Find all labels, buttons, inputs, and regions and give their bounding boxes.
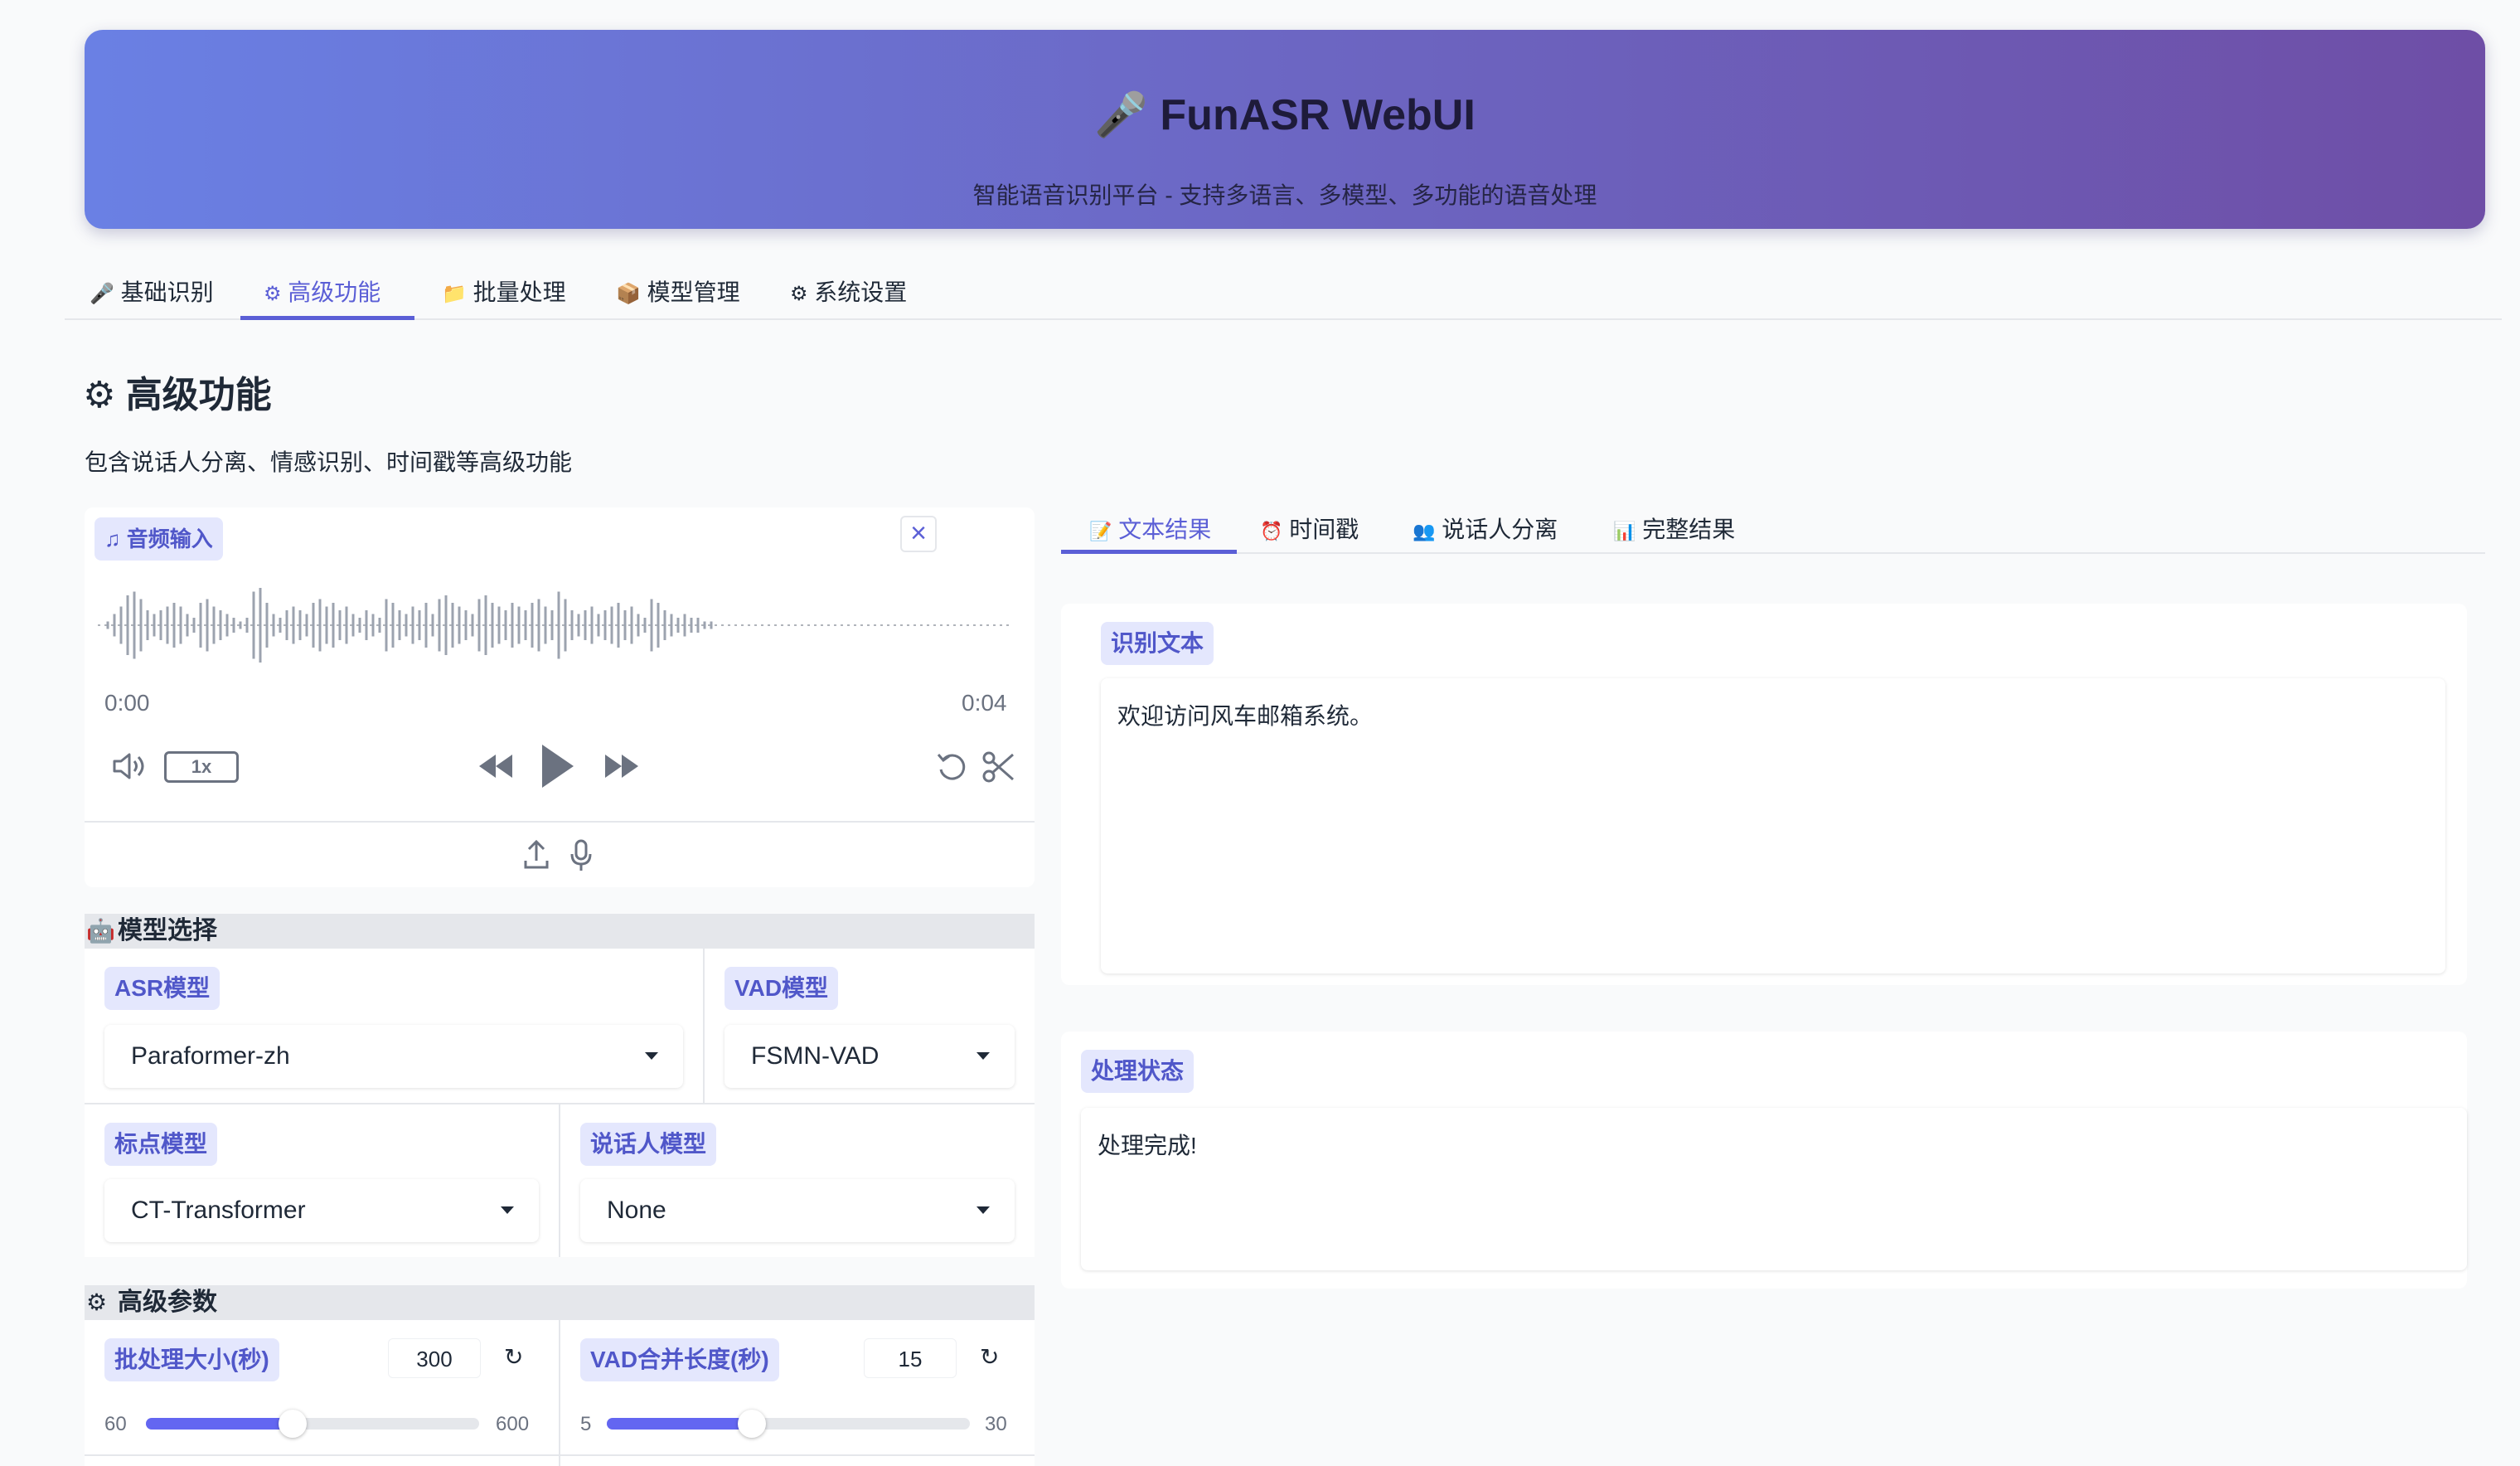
vad-merge-input[interactable]: 15: [864, 1338, 957, 1378]
asr-model-select[interactable]: Paraformer-zh: [104, 1025, 683, 1088]
batch-slider-fill: [146, 1418, 293, 1430]
gear-icon: ⚙: [83, 374, 116, 416]
bar-chart-icon: 📊: [1613, 522, 1636, 542]
page-description: 包含说话人分离、情感识别、时间戳等高级功能: [85, 449, 573, 475]
tab-batch[interactable]: 📁 批量处理: [442, 265, 566, 320]
speaker-model-select[interactable]: None: [580, 1179, 1015, 1242]
result-tabs: 📝 文本结果 ⏰ 时间戳 👥 说话人分离 📊 完整结果: [1061, 506, 2485, 554]
vad-model-label: VAD模型: [724, 967, 839, 1010]
chevron-down-icon: [645, 1052, 658, 1060]
divider: [703, 949, 705, 1104]
gear-icon: ⚙: [264, 282, 282, 305]
gear-icon: ⚙: [790, 282, 808, 305]
batch-max: 600: [496, 1413, 530, 1435]
vad-merge-slider-fill: [607, 1418, 753, 1430]
gear-icon: ⚙: [86, 1289, 108, 1316]
upload-icon[interactable]: [522, 839, 550, 871]
status-box[interactable]: 处理完成!: [1081, 1108, 2467, 1270]
batch-size-label: 批处理大小(秒): [104, 1338, 279, 1381]
divider: [559, 1320, 560, 1466]
folder-icon: 📁: [442, 282, 467, 305]
music-note-icon: ♫: [104, 527, 121, 551]
chevron-down-icon: [976, 1052, 990, 1060]
tab-basic[interactable]: 🎤 基础识别: [90, 265, 214, 320]
asr-model-label: ASR模型: [104, 967, 220, 1010]
time-current: 0:00: [104, 690, 150, 716]
tab-timestamps[interactable]: ⏰ 时间戳: [1260, 506, 1359, 554]
divider: [559, 1104, 560, 1257]
vad-merge-min: 5: [580, 1413, 592, 1435]
model-select-header: 🤖 模型选择: [85, 914, 1035, 949]
vad-merge-max: 30: [985, 1413, 1007, 1435]
page-title: ⚙ 高级功能: [83, 374, 272, 416]
punc-model-label: 标点模型: [104, 1123, 218, 1166]
batch-size-input[interactable]: 300: [388, 1338, 481, 1378]
tab-full-result[interactable]: 📊 完整结果: [1613, 506, 1735, 554]
play-icon[interactable]: [539, 743, 575, 789]
chevron-down-icon: [501, 1206, 514, 1214]
reset-icon[interactable]: ↻: [504, 1343, 523, 1371]
text-result-box[interactable]: 欢迎访问风车邮箱系统。: [1101, 678, 2445, 973]
reset-icon[interactable]: ↻: [980, 1343, 999, 1371]
header-banner: 🎤 FunASR WebUI 智能语音识别平台 - 支持多语言、多模型、多功能的…: [85, 30, 2485, 229]
package-icon: 📦: [616, 282, 641, 305]
status-label: 处理状态: [1081, 1050, 1195, 1093]
speaker-model-label: 说话人模型: [580, 1123, 717, 1166]
undo-icon[interactable]: [935, 750, 970, 784]
batch-min: 60: [104, 1413, 127, 1435]
robot-icon: 🤖: [86, 917, 115, 944]
playback-speed-button[interactable]: 1x: [164, 751, 239, 783]
microphone-icon: 🎤: [90, 282, 114, 305]
volume-icon[interactable]: [111, 750, 149, 783]
tab-speaker[interactable]: 👥 说话人分离: [1413, 506, 1558, 554]
microphone-icon[interactable]: [569, 839, 594, 872]
audio-divider: [85, 821, 1035, 823]
active-tab-indicator: [240, 316, 414, 320]
advanced-params-header: ⚙ 高级参数: [85, 1285, 1035, 1320]
audio-input-panel: [85, 507, 1035, 887]
microphone-icon: 🎤: [1094, 90, 1148, 140]
app-subtitle: 智能语音识别平台 - 支持多语言、多模型、多功能的语音处理: [972, 182, 1597, 208]
vad-merge-slider-thumb[interactable]: [738, 1410, 767, 1438]
rewind-icon[interactable]: [476, 750, 516, 783]
chevron-down-icon: [976, 1206, 990, 1214]
divider: [85, 1454, 1035, 1456]
waveform[interactable]: [98, 572, 1018, 680]
tab-models[interactable]: 📦 模型管理: [616, 265, 740, 320]
batch-slider-thumb[interactable]: [278, 1410, 307, 1438]
tab-text-result[interactable]: 📝 文本结果: [1089, 506, 1211, 554]
tab-advanced[interactable]: ⚙ 高级功能: [264, 265, 380, 320]
main-tabs: 🎤 基础识别 ⚙ 高级功能 📁 批量处理 📦 模型管理 ⚙ 系统设置: [65, 265, 2502, 320]
people-icon: 👥: [1413, 522, 1436, 542]
audio-input-label: ♫ 音频输入: [94, 517, 223, 561]
app-title: 🎤 FunASR WebUI: [1094, 90, 1476, 140]
memo-icon: 📝: [1089, 522, 1112, 542]
scissors-icon[interactable]: [981, 750, 1016, 784]
tab-settings[interactable]: ⚙ 系统设置: [790, 265, 907, 320]
active-tab-indicator: [1061, 550, 1237, 554]
text-result-label: 识别文本: [1101, 622, 1214, 665]
alarm-clock-icon: ⏰: [1260, 522, 1283, 542]
punc-model-select[interactable]: CT-Transformer: [104, 1179, 539, 1242]
close-audio-button[interactable]: ×: [900, 516, 937, 552]
vad-model-select[interactable]: FSMN-VAD: [724, 1025, 1015, 1088]
fast-forward-icon[interactable]: [602, 750, 642, 783]
vad-merge-label: VAD合并长度(秒): [580, 1338, 779, 1381]
time-total: 0:04: [962, 690, 1007, 716]
